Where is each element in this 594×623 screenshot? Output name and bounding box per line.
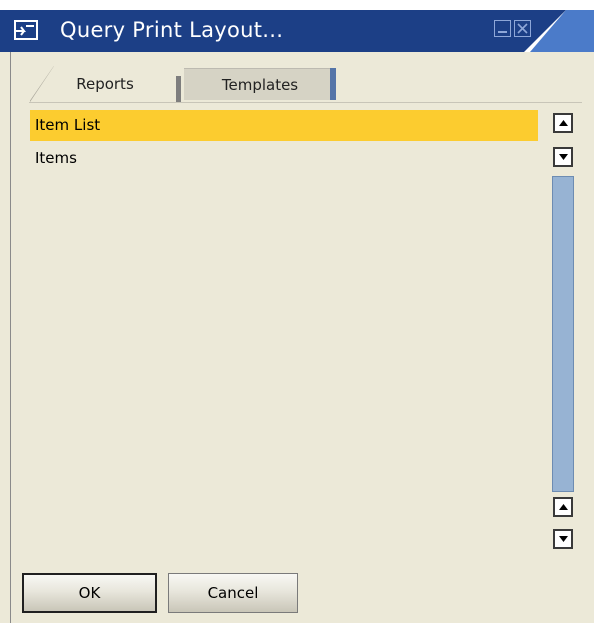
scroll-down-button[interactable] [553,147,573,167]
list-item-label: Items [35,149,77,167]
ok-button-label: OK [78,584,101,602]
close-icon[interactable] [514,20,531,37]
tab-divider [176,76,181,102]
tab-templates-label: Templates [221,75,299,94]
list-item[interactable]: Items [30,143,538,174]
list-item[interactable]: Item List [30,110,538,141]
scroll-up-button[interactable] [553,497,573,517]
arrow-up-icon [559,504,568,510]
list-item-label: Item List [35,116,101,134]
cancel-button-label: Cancel [207,584,259,602]
arrow-up-icon [559,120,568,126]
arrow-down-icon [559,154,568,160]
ok-button[interactable]: OK [22,573,157,613]
cancel-button[interactable]: Cancel [168,573,298,613]
tab-templates-shadow [330,68,336,100]
window-title: Query Print Layout... [60,18,284,42]
tab-reports-label: Reports [76,75,134,93]
title-bar[interactable]: Query Print Layout... [0,0,594,52]
query-print-layout-window: Query Print Layout... Reports Templates … [0,0,594,623]
tab-templates[interactable]: Templates [184,68,336,100]
scroll-down-button[interactable] [553,529,573,549]
scroll-up-button[interactable] [553,113,573,133]
minimize-icon[interactable] [494,20,511,37]
arrow-down-icon [559,536,568,542]
scrollbar-track[interactable] [552,176,574,492]
query-print-icon [12,19,42,43]
tab-reports[interactable]: Reports [30,66,180,102]
reports-list[interactable]: Item List Items [30,110,538,558]
